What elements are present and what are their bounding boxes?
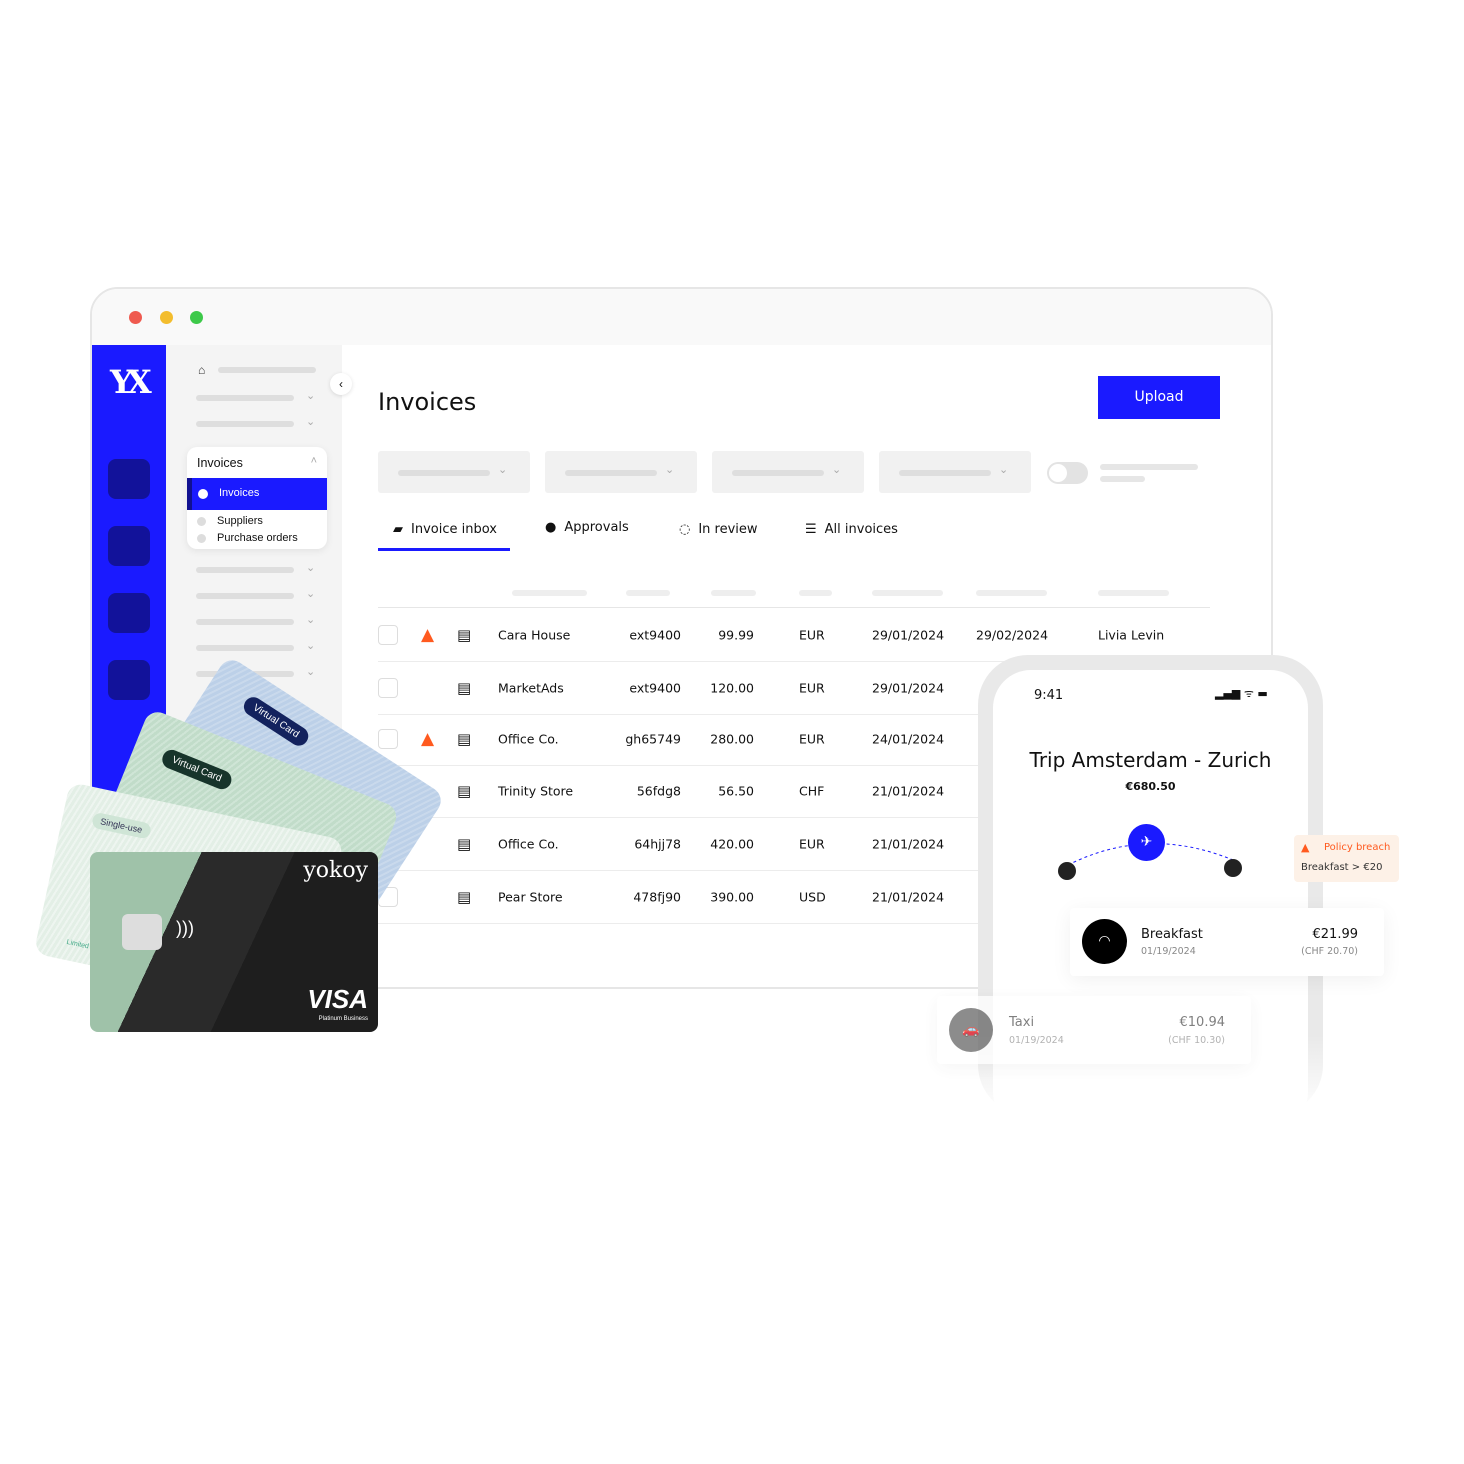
invoices-menu: Invoices ˄ Invoices Suppliers Purchase o… xyxy=(187,447,327,549)
filter-dropdown[interactable]: ⌄ xyxy=(545,451,697,493)
trip-total: €680.50 xyxy=(1125,780,1176,793)
chevron-down-icon[interactable]: ⌄ xyxy=(306,665,315,678)
warning-icon: ▲ xyxy=(421,729,435,749)
document-icon[interactable]: ▤ xyxy=(457,730,471,748)
tab-all-invoices[interactable]: ☰ All invoices xyxy=(805,522,898,537)
tab-invoice-inbox[interactable]: ▰ Invoice inbox xyxy=(393,522,497,537)
due-date: 29/02/2024 xyxy=(976,627,1049,643)
currency: EUR xyxy=(799,627,825,643)
invoice-date: 29/01/2024 xyxy=(872,680,945,696)
menu-item-invoices[interactable]: Invoices xyxy=(187,478,327,510)
currency: EUR xyxy=(799,680,825,696)
invoice-date: 24/01/2024 xyxy=(872,731,945,747)
amount: 420.00 xyxy=(710,836,754,852)
menu-title[interactable]: Invoices xyxy=(197,456,243,470)
currency: EUR xyxy=(799,731,825,747)
invoice-date: 21/01/2024 xyxy=(872,889,945,905)
amount: 390.00 xyxy=(710,889,754,905)
croissant-icon: ◠ xyxy=(1082,919,1127,964)
car-icon: 🚗 xyxy=(949,1008,993,1052)
chevron-down-icon[interactable]: ⌄ xyxy=(306,561,315,574)
contactless-icon: ))) xyxy=(176,918,194,938)
chevron-down-icon[interactable]: ⌄ xyxy=(306,587,315,600)
rail-item[interactable] xyxy=(108,593,150,633)
warning-icon: ▲ xyxy=(1301,841,1310,854)
physical-visa-card[interactable]: yokoy ))) VISA Platinum Business xyxy=(90,852,378,1032)
invoice-ref: ext9400 xyxy=(629,627,681,643)
supplier-name: Cara House xyxy=(498,627,571,643)
supplier-name: MarketAds xyxy=(498,680,564,696)
tab-in-review[interactable]: ◌ In review xyxy=(679,522,758,537)
document-icon[interactable]: ▤ xyxy=(457,888,471,906)
filter-dropdown[interactable]: ⌄ xyxy=(879,451,1031,493)
chevron-down-icon[interactable]: ⌄ xyxy=(306,389,315,402)
tab-approvals[interactable]: ● Approvals xyxy=(545,520,629,535)
active-tab-indicator xyxy=(378,548,510,551)
document-icon[interactable]: ▤ xyxy=(457,626,471,644)
invoice-ref: ext9400 xyxy=(629,680,681,696)
chip-icon xyxy=(122,914,162,950)
chevron-up-icon[interactable]: ˄ xyxy=(311,455,317,467)
status-time: 9:41 xyxy=(1034,688,1064,703)
owner: Livia Levin xyxy=(1098,627,1165,643)
invoice-ref: 64hjj78 xyxy=(634,836,681,852)
currency: CHF xyxy=(799,783,825,799)
expense-item-taxi[interactable]: 🚗 Taxi 01/19/2024 €10.94 (CHF 10.30) xyxy=(937,996,1251,1064)
rail-item[interactable] xyxy=(108,526,150,566)
filter-dropdown[interactable]: ⌄ xyxy=(712,451,864,493)
check-circle-outline-icon: ◌ xyxy=(679,522,691,537)
toggle-switch[interactable] xyxy=(1047,462,1088,484)
inbox-icon: ▰ xyxy=(393,522,403,537)
home-icon[interactable]: ⌂ xyxy=(198,363,205,377)
currency: USD xyxy=(799,889,826,905)
collapse-sidebar-button[interactable]: ‹ xyxy=(330,373,352,395)
rail-item[interactable] xyxy=(108,660,150,700)
policy-breach-badge: ▲ Policy breach Breakfast > €20 xyxy=(1294,835,1399,882)
close-window-button[interactable] xyxy=(129,311,142,324)
invoice-ref: 478fj90 xyxy=(633,889,681,905)
amount: 280.00 xyxy=(710,731,754,747)
supplier-name: Trinity Store xyxy=(498,783,574,799)
chevron-down-icon[interactable]: ⌄ xyxy=(306,639,315,652)
currency: EUR xyxy=(799,836,825,852)
upload-button[interactable]: Upload xyxy=(1098,376,1220,419)
document-icon[interactable]: ▤ xyxy=(457,679,471,697)
invoice-ref: gh65749 xyxy=(625,731,681,747)
invoice-date: 29/01/2024 xyxy=(872,627,945,643)
invoice-ref: 56fdg8 xyxy=(636,783,681,799)
logo: YX xyxy=(110,363,152,401)
document-icon[interactable]: ▤ xyxy=(457,782,471,800)
warning-icon: ▲ xyxy=(421,625,435,645)
supplier-name: Office Co. xyxy=(498,731,559,747)
document-icon[interactable]: ▤ xyxy=(457,835,471,853)
amount: 56.50 xyxy=(718,783,754,799)
supplier-name: Office Co. xyxy=(498,836,559,852)
plane-icon: ✈ xyxy=(1128,824,1165,861)
amount: 99.99 xyxy=(718,627,754,643)
rail-item[interactable] xyxy=(108,459,150,499)
status-icons: ▂▄▆ ᯤ ▬ xyxy=(1215,687,1268,700)
title-bar xyxy=(92,289,1271,345)
maximize-window-button[interactable] xyxy=(190,311,203,324)
amount: 120.00 xyxy=(710,680,754,696)
location-pin-icon xyxy=(1224,859,1242,877)
row-checkbox[interactable] xyxy=(378,678,398,698)
expense-item-breakfast[interactable]: ◠ Breakfast 01/19/2024 €21.99 (CHF 20.70… xyxy=(1070,908,1384,976)
chevron-down-icon[interactable]: ⌄ xyxy=(306,415,315,428)
menu-item-purchase-orders[interactable]: Purchase orders xyxy=(217,532,298,544)
row-checkbox[interactable] xyxy=(378,729,398,749)
row-checkbox[interactable] xyxy=(378,625,398,645)
supplier-name: Pear Store xyxy=(498,889,563,905)
minimize-window-button[interactable] xyxy=(160,311,173,324)
chevron-down-icon[interactable]: ⌄ xyxy=(306,613,315,626)
filter-dropdown[interactable]: ⌄ xyxy=(378,451,530,493)
list-icon: ☰ xyxy=(805,522,817,537)
page-title: Invoices xyxy=(378,388,477,416)
menu-item-suppliers[interactable]: Suppliers xyxy=(217,515,263,527)
check-circle-filled-icon: ● xyxy=(545,520,557,535)
invoice-date: 21/01/2024 xyxy=(872,836,945,852)
trip-title: Trip Amsterdam - Zurich xyxy=(1029,748,1272,772)
invoice-date: 21/01/2024 xyxy=(872,783,945,799)
location-pin-icon xyxy=(1058,862,1076,880)
